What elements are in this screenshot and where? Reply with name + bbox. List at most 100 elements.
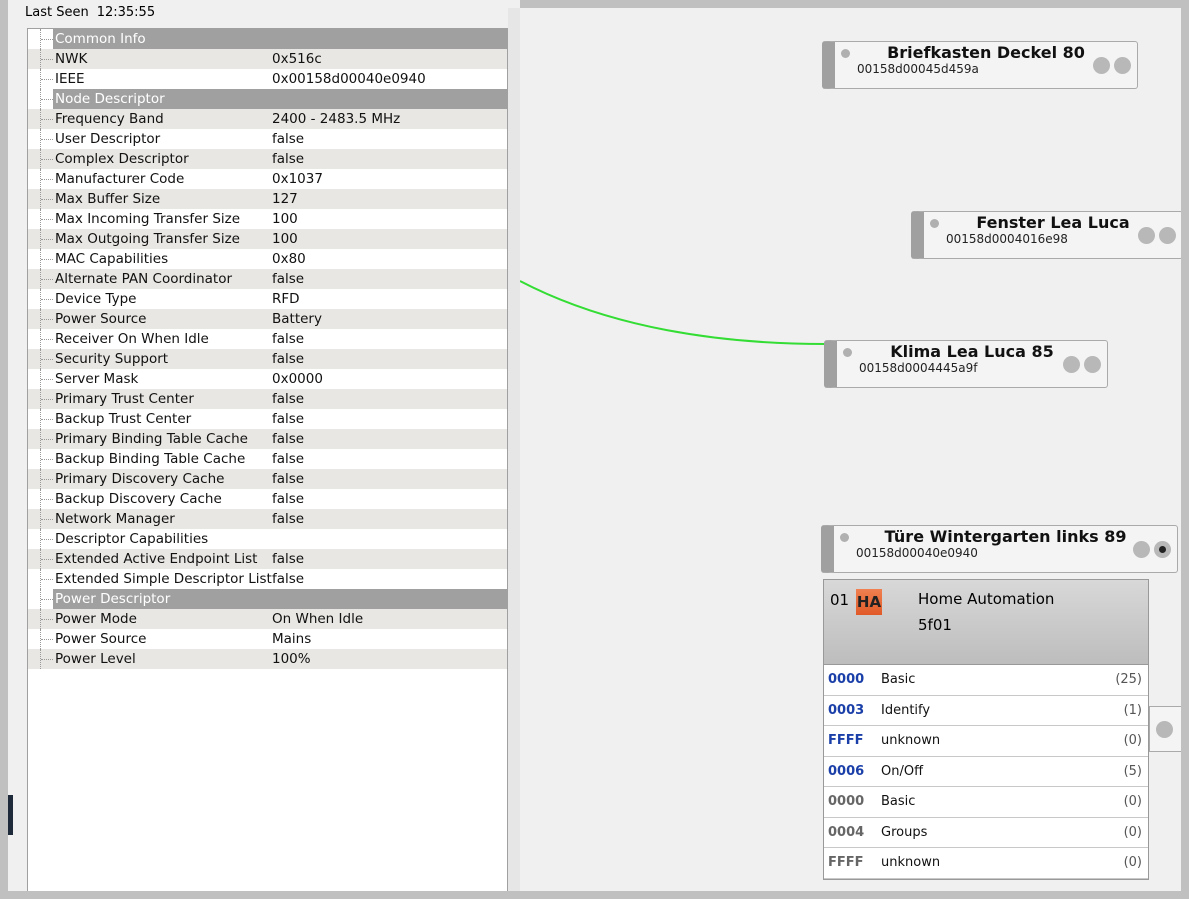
- tree-line: [40, 89, 53, 109]
- attribute-count: (25): [1115, 672, 1142, 687]
- property-row[interactable]: MAC Capabilities 0x80: [28, 249, 507, 269]
- attribute-count: (0): [1123, 794, 1142, 809]
- node-ieee: 00158d0004016e98: [946, 232, 1068, 246]
- property-row[interactable]: Device Type RFD: [28, 289, 507, 309]
- port-icon[interactable]: [1093, 57, 1110, 74]
- tree-line: [40, 49, 53, 69]
- cluster-row[interactable]: 0000 Basic (25): [824, 665, 1148, 696]
- cluster-row[interactable]: 0006 On/Off (5): [824, 757, 1148, 787]
- node-info-tree[interactable]: Common Info NWK 0x516c IEEE 0x00158d00040e09…: [27, 28, 508, 891]
- property-row[interactable]: Backup Trust Center false: [28, 409, 507, 429]
- cluster-id: 0006: [828, 763, 865, 779]
- splitter-handle[interactable]: [508, 8, 520, 891]
- property-label: Receiver On When Idle: [55, 331, 209, 347]
- property-value: false: [272, 151, 305, 167]
- property-label: Backup Discovery Cache: [55, 491, 222, 507]
- cluster-row[interactable]: FFFF unknown (0): [824, 848, 1148, 879]
- cluster-id: 0000: [828, 794, 865, 809]
- property-row[interactable]: User Descriptor false: [28, 129, 507, 149]
- property-row[interactable]: Frequency Band 2400 - 2483.5 MHz: [28, 109, 507, 129]
- tree-line: [40, 629, 53, 649]
- port-icon[interactable]: [1084, 356, 1101, 373]
- cluster-name: unknown: [881, 855, 941, 870]
- property-label: Primary Discovery Cache: [55, 471, 225, 487]
- property-value: 127: [272, 191, 298, 207]
- node-name: Briefkasten Deckel 80: [887, 43, 1085, 62]
- property-value: 0x1037: [272, 171, 323, 187]
- cluster-row[interactable]: 0000 Basic (0): [824, 787, 1148, 818]
- device-node[interactable]: Fenster Lea Luca 00158d0004016e98: [911, 211, 1183, 259]
- endpoint-header[interactable]: 01 HA Home Automation 5f01: [824, 580, 1148, 665]
- property-value: false: [272, 511, 305, 527]
- tree-line: [40, 489, 53, 509]
- cluster-row[interactable]: 0003 Identify (1): [824, 696, 1148, 726]
- property-label: Primary Binding Table Cache: [55, 431, 248, 447]
- tree-line: [40, 389, 53, 409]
- cluster-row[interactable]: FFFF unknown (0): [824, 726, 1148, 757]
- property-row[interactable]: Alternate PAN Coordinator false: [28, 269, 507, 289]
- property-row[interactable]: Max Buffer Size 127: [28, 189, 507, 209]
- property-label: Power Source: [55, 631, 147, 647]
- property-label: Alternate PAN Coordinator: [55, 271, 233, 287]
- property-row[interactable]: Security Support false: [28, 349, 507, 369]
- tree-line: [40, 549, 53, 569]
- device-node[interactable]: Briefkasten Deckel 80 00158d00045d459a: [822, 41, 1138, 89]
- attribute-count: (0): [1123, 824, 1142, 840]
- port-icon[interactable]: [1159, 227, 1176, 244]
- tree-line: [40, 29, 53, 49]
- property-row[interactable]: Power Source Battery: [28, 309, 507, 329]
- port-icon[interactable]: [1154, 541, 1171, 558]
- port-icon[interactable]: [1114, 57, 1131, 74]
- property-row[interactable]: IEEE 0x00158d00040e0940: [28, 69, 507, 89]
- property-value: On When Idle: [272, 611, 364, 627]
- property-label: Max Incoming Transfer Size: [55, 211, 241, 227]
- property-row[interactable]: Extended Simple Descriptor List false: [28, 569, 507, 589]
- property-label: Max Outgoing Transfer Size: [55, 231, 240, 247]
- section-label: Common Info: [55, 31, 146, 47]
- port-icon[interactable]: [1063, 356, 1080, 373]
- device-node[interactable]: Klima Lea Luca 85 00158d0004445a9f: [824, 340, 1108, 388]
- property-value: false: [272, 331, 305, 347]
- property-row[interactable]: Max Incoming Transfer Size 100: [28, 209, 507, 229]
- property-row[interactable]: Manufacturer Code 0x1037: [28, 169, 507, 189]
- property-row[interactable]: Primary Binding Table Cache false: [28, 429, 507, 449]
- endpoint-panel: 01 HA Home Automation 5f01 0000 Basic (25)…: [823, 579, 1149, 880]
- property-row[interactable]: Extended Active Endpoint List false: [28, 549, 507, 569]
- tree-line: [40, 69, 53, 89]
- property-row[interactable]: Power Source Mains: [28, 629, 507, 649]
- cluster-row[interactable]: 0004 Groups (0): [824, 818, 1148, 848]
- section-header[interactable]: Power Descriptor: [40, 589, 507, 609]
- node-partial[interactable]: [1149, 706, 1181, 752]
- port-icon[interactable]: [1156, 721, 1173, 738]
- tree-line: [40, 329, 53, 349]
- cluster-name: Basic: [881, 794, 916, 809]
- property-row[interactable]: Power Mode On When Idle: [28, 609, 507, 629]
- property-row[interactable]: Descriptor Capabilities: [28, 529, 507, 549]
- section-header[interactable]: Common Info: [40, 29, 507, 49]
- property-row[interactable]: Power Level 100%: [28, 649, 507, 669]
- property-row[interactable]: Primary Discovery Cache false: [28, 469, 507, 489]
- property-value: false: [272, 351, 305, 367]
- property-value: 100: [272, 211, 298, 227]
- property-row[interactable]: Max Outgoing Transfer Size 100: [28, 229, 507, 249]
- section-header[interactable]: Node Descriptor: [40, 89, 507, 109]
- property-value: false: [272, 571, 305, 587]
- node-info-panel: Last Seen 12:35:55 Common Info NWK 0x516c IE…: [8, 0, 520, 891]
- property-row[interactable]: Complex Descriptor false: [28, 149, 507, 169]
- property-row[interactable]: NWK 0x516c: [28, 49, 507, 69]
- attribute-count: (5): [1123, 763, 1142, 779]
- scrollbar[interactable]: [1181, 8, 1189, 891]
- property-row[interactable]: Server Mask 0x0000: [28, 369, 507, 389]
- property-row[interactable]: Receiver On When Idle false: [28, 329, 507, 349]
- property-label: User Descriptor: [55, 131, 161, 147]
- port-icon[interactable]: [1138, 227, 1155, 244]
- property-row[interactable]: Backup Discovery Cache false: [28, 489, 507, 509]
- device-node[interactable]: Türe Wintergarten links 89 00158d00040e09…: [821, 525, 1178, 573]
- property-value: false: [272, 451, 305, 467]
- property-row[interactable]: Network Manager false: [28, 509, 507, 529]
- property-value: Mains: [272, 631, 312, 647]
- port-icon[interactable]: [1133, 541, 1150, 558]
- property-row[interactable]: Primary Trust Center false: [28, 389, 507, 409]
- tree-line: [40, 169, 53, 189]
- property-row[interactable]: Backup Binding Table Cache false: [28, 449, 507, 469]
